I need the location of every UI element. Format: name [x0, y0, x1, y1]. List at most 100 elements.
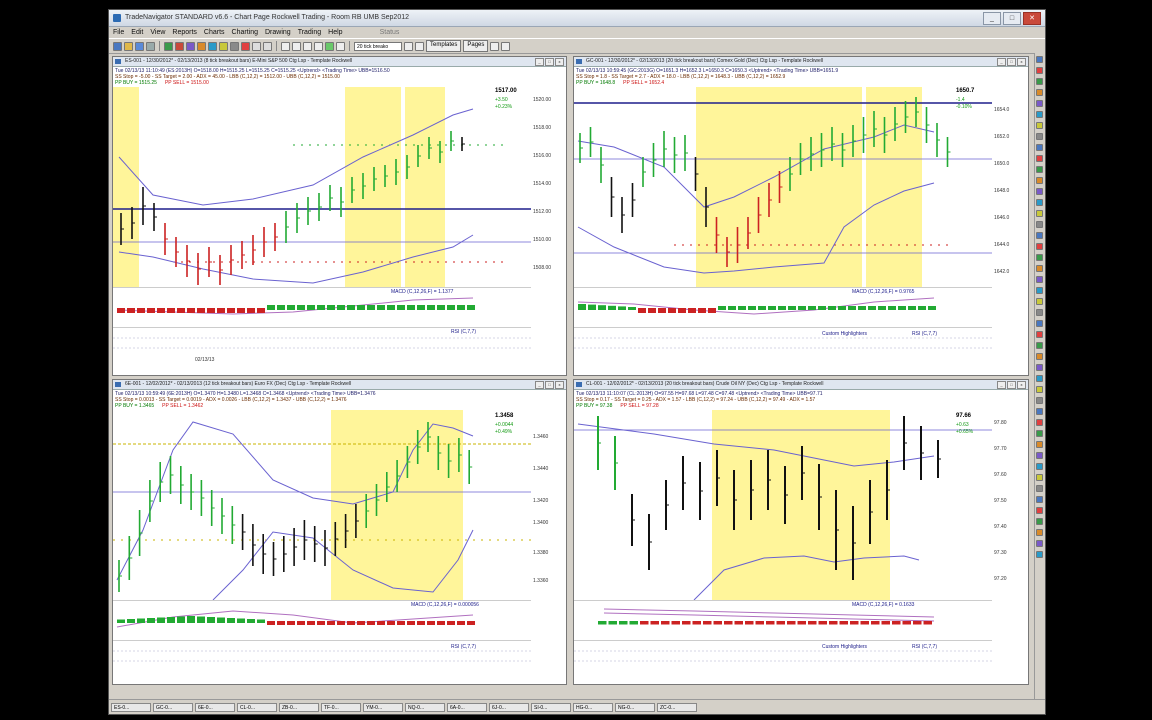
bar-type-select[interactable]: 20 tick breako [354, 41, 402, 51]
crosshair-icon[interactable] [314, 41, 323, 51]
tool-icon[interactable] [1036, 144, 1043, 151]
price-plot[interactable] [113, 87, 531, 287]
price-axis[interactable]: 1520.00 1518.00 1516.00 1514.00 1512.00 … [533, 87, 566, 287]
tool-icon[interactable] [1036, 210, 1043, 217]
menu-status[interactable]: Status [380, 27, 400, 38]
news-icon[interactable] [197, 41, 206, 51]
tool-icon[interactable] [1036, 177, 1043, 184]
tool-icon[interactable] [1036, 529, 1043, 536]
maximize-pane-button[interactable]: □ [1007, 58, 1016, 66]
taskbar-item[interactable]: NG-0... [615, 702, 655, 712]
templates-button[interactable]: Templates [426, 40, 462, 52]
close-pane-button[interactable]: x [555, 381, 564, 389]
tool-icon[interactable] [1036, 507, 1043, 514]
macd-plot[interactable] [574, 287, 992, 328]
studies-icon[interactable] [186, 41, 195, 51]
zoom-out-icon[interactable] [263, 41, 272, 51]
tool-icon[interactable] [1036, 386, 1043, 393]
price-plot[interactable] [574, 87, 992, 287]
tool-icon[interactable] [1036, 199, 1043, 206]
minimize-button[interactable]: _ [983, 12, 1001, 25]
quote-icon[interactable] [175, 41, 184, 51]
close-pane-button[interactable]: x [555, 58, 564, 66]
menu-reports[interactable]: Reports [172, 27, 197, 38]
save-icon[interactable] [135, 41, 144, 51]
bar-style-icon[interactable] [415, 41, 424, 51]
maximize-button[interactable]: □ [1003, 12, 1021, 25]
tool-icon[interactable] [1036, 166, 1043, 173]
taskbar-item[interactable]: ES-0... [111, 702, 151, 712]
maximize-pane-button[interactable]: □ [1007, 381, 1016, 389]
tool-icon[interactable] [1036, 122, 1043, 129]
chart-pane-6e[interactable]: 6E-001 - 12/02/2012* - 02/13/2013 (12 ti… [112, 379, 567, 685]
tool-icon[interactable] [1036, 276, 1043, 283]
tool-icon[interactable] [1036, 254, 1043, 261]
tool-icon[interactable] [1036, 452, 1043, 459]
maximize-pane-button[interactable]: □ [545, 58, 554, 66]
menu-charts[interactable]: Charts [204, 27, 225, 38]
chart-pane-cl[interactable]: CL-001 - 12/02/2012* - 02/13/2013 (20 ti… [573, 379, 1029, 685]
tool-icon[interactable] [1036, 331, 1043, 338]
tool-icon[interactable] [1036, 364, 1043, 371]
price-axis[interactable]: 1.3460 1.3440 1.3420 1.3400 1.3380 1.336… [533, 410, 566, 600]
tool-icon[interactable] [1036, 463, 1043, 470]
tool-icon[interactable] [1036, 397, 1043, 404]
tool-icon[interactable] [1036, 419, 1043, 426]
taskbar-item[interactable]: 6E-0... [195, 702, 235, 712]
menu-view[interactable]: View [150, 27, 165, 38]
tool-icon[interactable] [1036, 78, 1043, 85]
tool-icon[interactable] [1036, 474, 1043, 481]
tool-icon[interactable] [1036, 265, 1043, 272]
tool-icon[interactable] [1036, 56, 1043, 63]
tool-icon[interactable] [1036, 188, 1043, 195]
menu-help[interactable]: Help [328, 27, 342, 38]
link-icon[interactable] [336, 41, 345, 51]
taskbar-item[interactable]: TF-0... [321, 702, 361, 712]
tool-icon[interactable] [1036, 408, 1043, 415]
taskbar-item[interactable]: HG-0... [573, 702, 613, 712]
taskbar-item[interactable]: SI-0... [531, 702, 571, 712]
scan-icon[interactable] [208, 41, 217, 51]
close-button[interactable]: ✕ [1023, 12, 1041, 25]
pages-button[interactable]: Pages [463, 40, 489, 52]
tool-icon[interactable] [1036, 496, 1043, 503]
tool-icon[interactable] [1036, 232, 1043, 239]
chart-pane-es[interactable]: ES-001 - 12/30/2012* - 02/13/2013 (8 tic… [112, 56, 567, 376]
close-pane-button[interactable]: x [1017, 381, 1026, 389]
tool-icon[interactable] [1036, 155, 1043, 162]
tool-icon[interactable] [1036, 320, 1043, 327]
line-tool-icon[interactable] [281, 41, 290, 51]
print-icon[interactable] [146, 41, 155, 51]
order-icon[interactable] [219, 41, 228, 51]
taskbar-item[interactable]: GC-0... [153, 702, 193, 712]
tool-icon[interactable] [1036, 298, 1043, 305]
tool-icon[interactable] [1036, 540, 1043, 547]
prev-page-icon[interactable] [490, 41, 500, 51]
tool-icon[interactable] [1036, 89, 1043, 96]
tool-icon[interactable] [1036, 243, 1043, 250]
minimize-pane-button[interactable]: _ [997, 381, 1006, 389]
taskbar-item[interactable]: 6J-0... [489, 702, 529, 712]
tool-icon[interactable] [1036, 133, 1043, 140]
menu-drawing[interactable]: Drawing [265, 27, 291, 38]
menu-trading[interactable]: Trading [298, 27, 321, 38]
price-axis[interactable]: 97.80 97.70 97.60 97.50 97.40 97.30 97.2… [994, 410, 1028, 600]
tool-icon[interactable] [1036, 551, 1043, 558]
tool-icon[interactable] [1036, 342, 1043, 349]
chart-icon[interactable] [164, 41, 173, 51]
tool-icon[interactable] [1036, 430, 1043, 437]
minimize-pane-button[interactable]: _ [997, 58, 1006, 66]
close-pane-button[interactable]: x [1017, 58, 1026, 66]
bar-interval-icon[interactable] [404, 41, 413, 51]
minimize-pane-button[interactable]: _ [535, 381, 544, 389]
refresh-icon[interactable] [325, 41, 334, 51]
new-page-icon[interactable] [113, 41, 122, 51]
macd-plot[interactable] [113, 287, 531, 328]
alert-icon[interactable] [241, 41, 250, 51]
price-plot[interactable] [574, 410, 992, 600]
tool-icon[interactable] [1036, 287, 1043, 294]
tool-icon[interactable] [1036, 67, 1043, 74]
menu-file[interactable]: File [113, 27, 124, 38]
zoom-in-icon[interactable] [252, 41, 261, 51]
taskbar-item[interactable]: NQ-0... [405, 702, 445, 712]
